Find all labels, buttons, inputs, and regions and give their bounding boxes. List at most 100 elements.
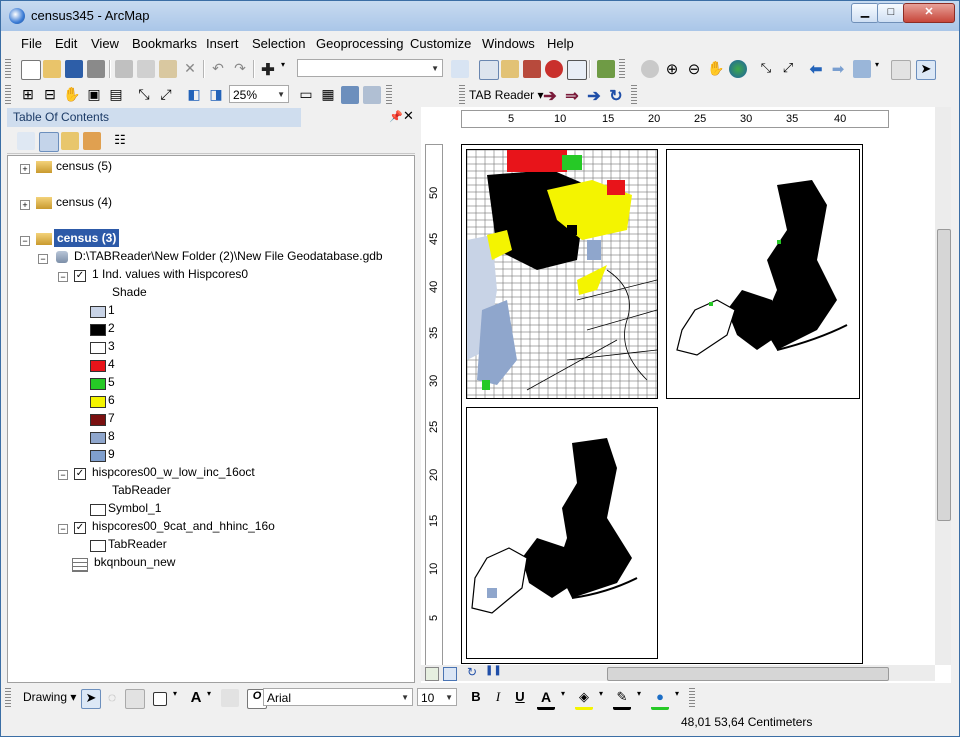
zoom-to-selected-icon[interactable] [125,689,145,709]
select-element-icon[interactable]: ➤ [81,689,101,709]
legend-swatch-9[interactable] [90,450,106,462]
list-by-drawing-order-icon[interactable] [17,132,35,150]
collapse-icon[interactable]: − [20,236,30,246]
layer2-symbol-swatch[interactable] [90,504,106,516]
pan-zoom-icon[interactable] [641,60,659,78]
toolbar-grip[interactable] [459,85,465,105]
rotate-icon[interactable]: ◌ [103,689,121,707]
search-window-icon[interactable] [523,60,541,78]
fixed-zoom-out-icon[interactable]: ⤢ [779,60,797,78]
catalog-window-icon[interactable] [501,60,519,78]
pan-page-icon[interactable]: ✋ [63,86,81,104]
data-view-icon[interactable] [425,667,439,681]
data-frame-3[interactable] [466,407,658,659]
layout-view[interactable]: 5 10 15 20 25 30 35 40 50 45 40 35 30 25… [421,107,951,683]
collapse-icon[interactable]: − [58,470,68,480]
marker-color-dropdown-icon[interactable]: ▾ [673,689,681,707]
layer3-name[interactable]: hispcores00_9cat_and_hhinc_16o [92,517,275,535]
menu-customize[interactable]: Customize [410,36,471,51]
layer1-visibility-checkbox[interactable]: ✓ [74,270,86,282]
tab-reader-menu[interactable]: TAB Reader ▾ [469,88,544,102]
paste-icon[interactable] [159,60,177,78]
data-driven-pages-icon[interactable] [363,86,381,104]
next-extent-icon[interactable]: ◨ [207,86,225,104]
layer3-symbol-swatch[interactable] [90,540,106,552]
options-icon[interactable]: ☷ [111,132,129,150]
table-name[interactable]: bkqnboun_new [94,553,175,571]
scale-combo[interactable]: ▼ [297,59,443,77]
line-color-dropdown-icon[interactable]: ▾ [635,689,643,707]
add-data-icon[interactable]: ✚ [259,60,277,79]
fill-color-icon[interactable]: ◈ [575,689,593,710]
rectangle-icon[interactable] [153,692,167,706]
legend-swatch-8[interactable] [90,432,106,444]
python-window-icon[interactable] [567,60,587,80]
data-frame-1[interactable] [466,149,658,399]
list-by-selection-icon[interactable] [83,132,101,150]
print-icon[interactable] [87,60,105,78]
list-by-visibility-icon[interactable] [61,132,79,150]
font-family-combo[interactable]: Arial ▼ [263,688,413,706]
zoom-out-page-icon[interactable]: ⊟ [41,86,59,104]
open-folder-icon[interactable] [43,60,61,78]
refresh-icon[interactable]: ↻ [607,86,625,105]
group-census-5[interactable]: census (5) [56,157,112,175]
toolbar-grip[interactable] [386,85,392,105]
copy-icon[interactable] [137,60,155,78]
menu-help[interactable]: Help [547,36,574,51]
menu-edit[interactable]: Edit [55,36,77,51]
fixed-zoom-in-page-icon[interactable]: ⤡ [135,86,153,104]
menu-windows[interactable]: Windows [482,36,535,51]
delete-icon[interactable]: ✕ [181,60,199,78]
drawing-menu[interactable]: Drawing ▾ [23,690,76,704]
arctoolbox-icon[interactable] [545,60,563,78]
toolbar-grip[interactable] [631,85,637,105]
toolbar-grip[interactable] [5,688,11,708]
change-layout-icon[interactable] [341,86,359,104]
fixed-zoom-in-icon[interactable]: ⤡ [757,60,775,78]
vertical-scrollbar[interactable] [935,107,951,665]
save-icon[interactable] [65,60,83,78]
legend-swatch-4[interactable] [90,360,106,372]
more-tools-icon[interactable] [939,60,951,78]
previous-extent-icon[interactable]: ◧ [185,86,203,104]
group-census-4[interactable]: census (4) [56,193,112,211]
toc-close-icon[interactable]: ✕ [403,108,414,124]
scroll-thumb[interactable] [607,667,889,681]
text-tool-icon[interactable]: A [187,689,205,707]
scroll-thumb[interactable] [937,229,951,521]
edit-vertices-icon[interactable] [221,689,239,707]
bold-button[interactable]: B [467,689,485,707]
legend-swatch-5[interactable] [90,378,106,390]
toggle-draft-mode-icon[interactable]: ▭ [297,86,315,104]
collapse-icon[interactable]: − [58,524,68,534]
forward-arrow-icon[interactable]: ➡ [829,60,847,78]
toc-window-icon[interactable] [479,60,499,80]
layer3-visibility-checkbox[interactable]: ✓ [74,522,86,534]
double-arrow-right-icon[interactable]: ⇒ [563,86,581,105]
legend-swatch-6[interactable] [90,396,106,408]
maximize-button[interactable]: □ [877,3,905,23]
rectangle-dropdown-icon[interactable]: ▾ [171,689,179,707]
legend-swatch-2[interactable] [90,324,106,336]
close-button[interactable]: ✕ [903,3,955,23]
select-elements-icon[interactable]: ➤ [916,60,936,80]
text-dropdown-icon[interactable]: ▾ [205,689,213,707]
menu-selection[interactable]: Selection [252,36,305,51]
toolbar-grip[interactable] [689,688,695,708]
layer2-visibility-checkbox[interactable]: ✓ [74,468,86,480]
zoom-100-icon[interactable]: ▤ [107,86,125,104]
zoom-in-page-icon[interactable]: ⊞ [19,86,37,104]
expand-icon[interactable]: + [20,200,30,210]
zoom-out-icon[interactable]: ⊖ [685,60,703,78]
menu-view[interactable]: View [91,36,119,51]
legend-swatch-3[interactable] [90,342,106,354]
layout-view-icon[interactable] [443,667,457,681]
refresh-view-icon[interactable]: ↻ [467,665,477,679]
zoom-whole-page-icon[interactable]: ▣ [85,86,103,104]
menu-insert[interactable]: Insert [206,36,239,51]
select-features-icon[interactable] [853,60,871,78]
layout-zoom-combo[interactable]: 25% ▼ [229,85,289,103]
layer1-name[interactable]: 1 Ind. values with Hispcores0 [92,265,248,283]
select-dropdown-icon[interactable]: ▾ [873,60,881,78]
